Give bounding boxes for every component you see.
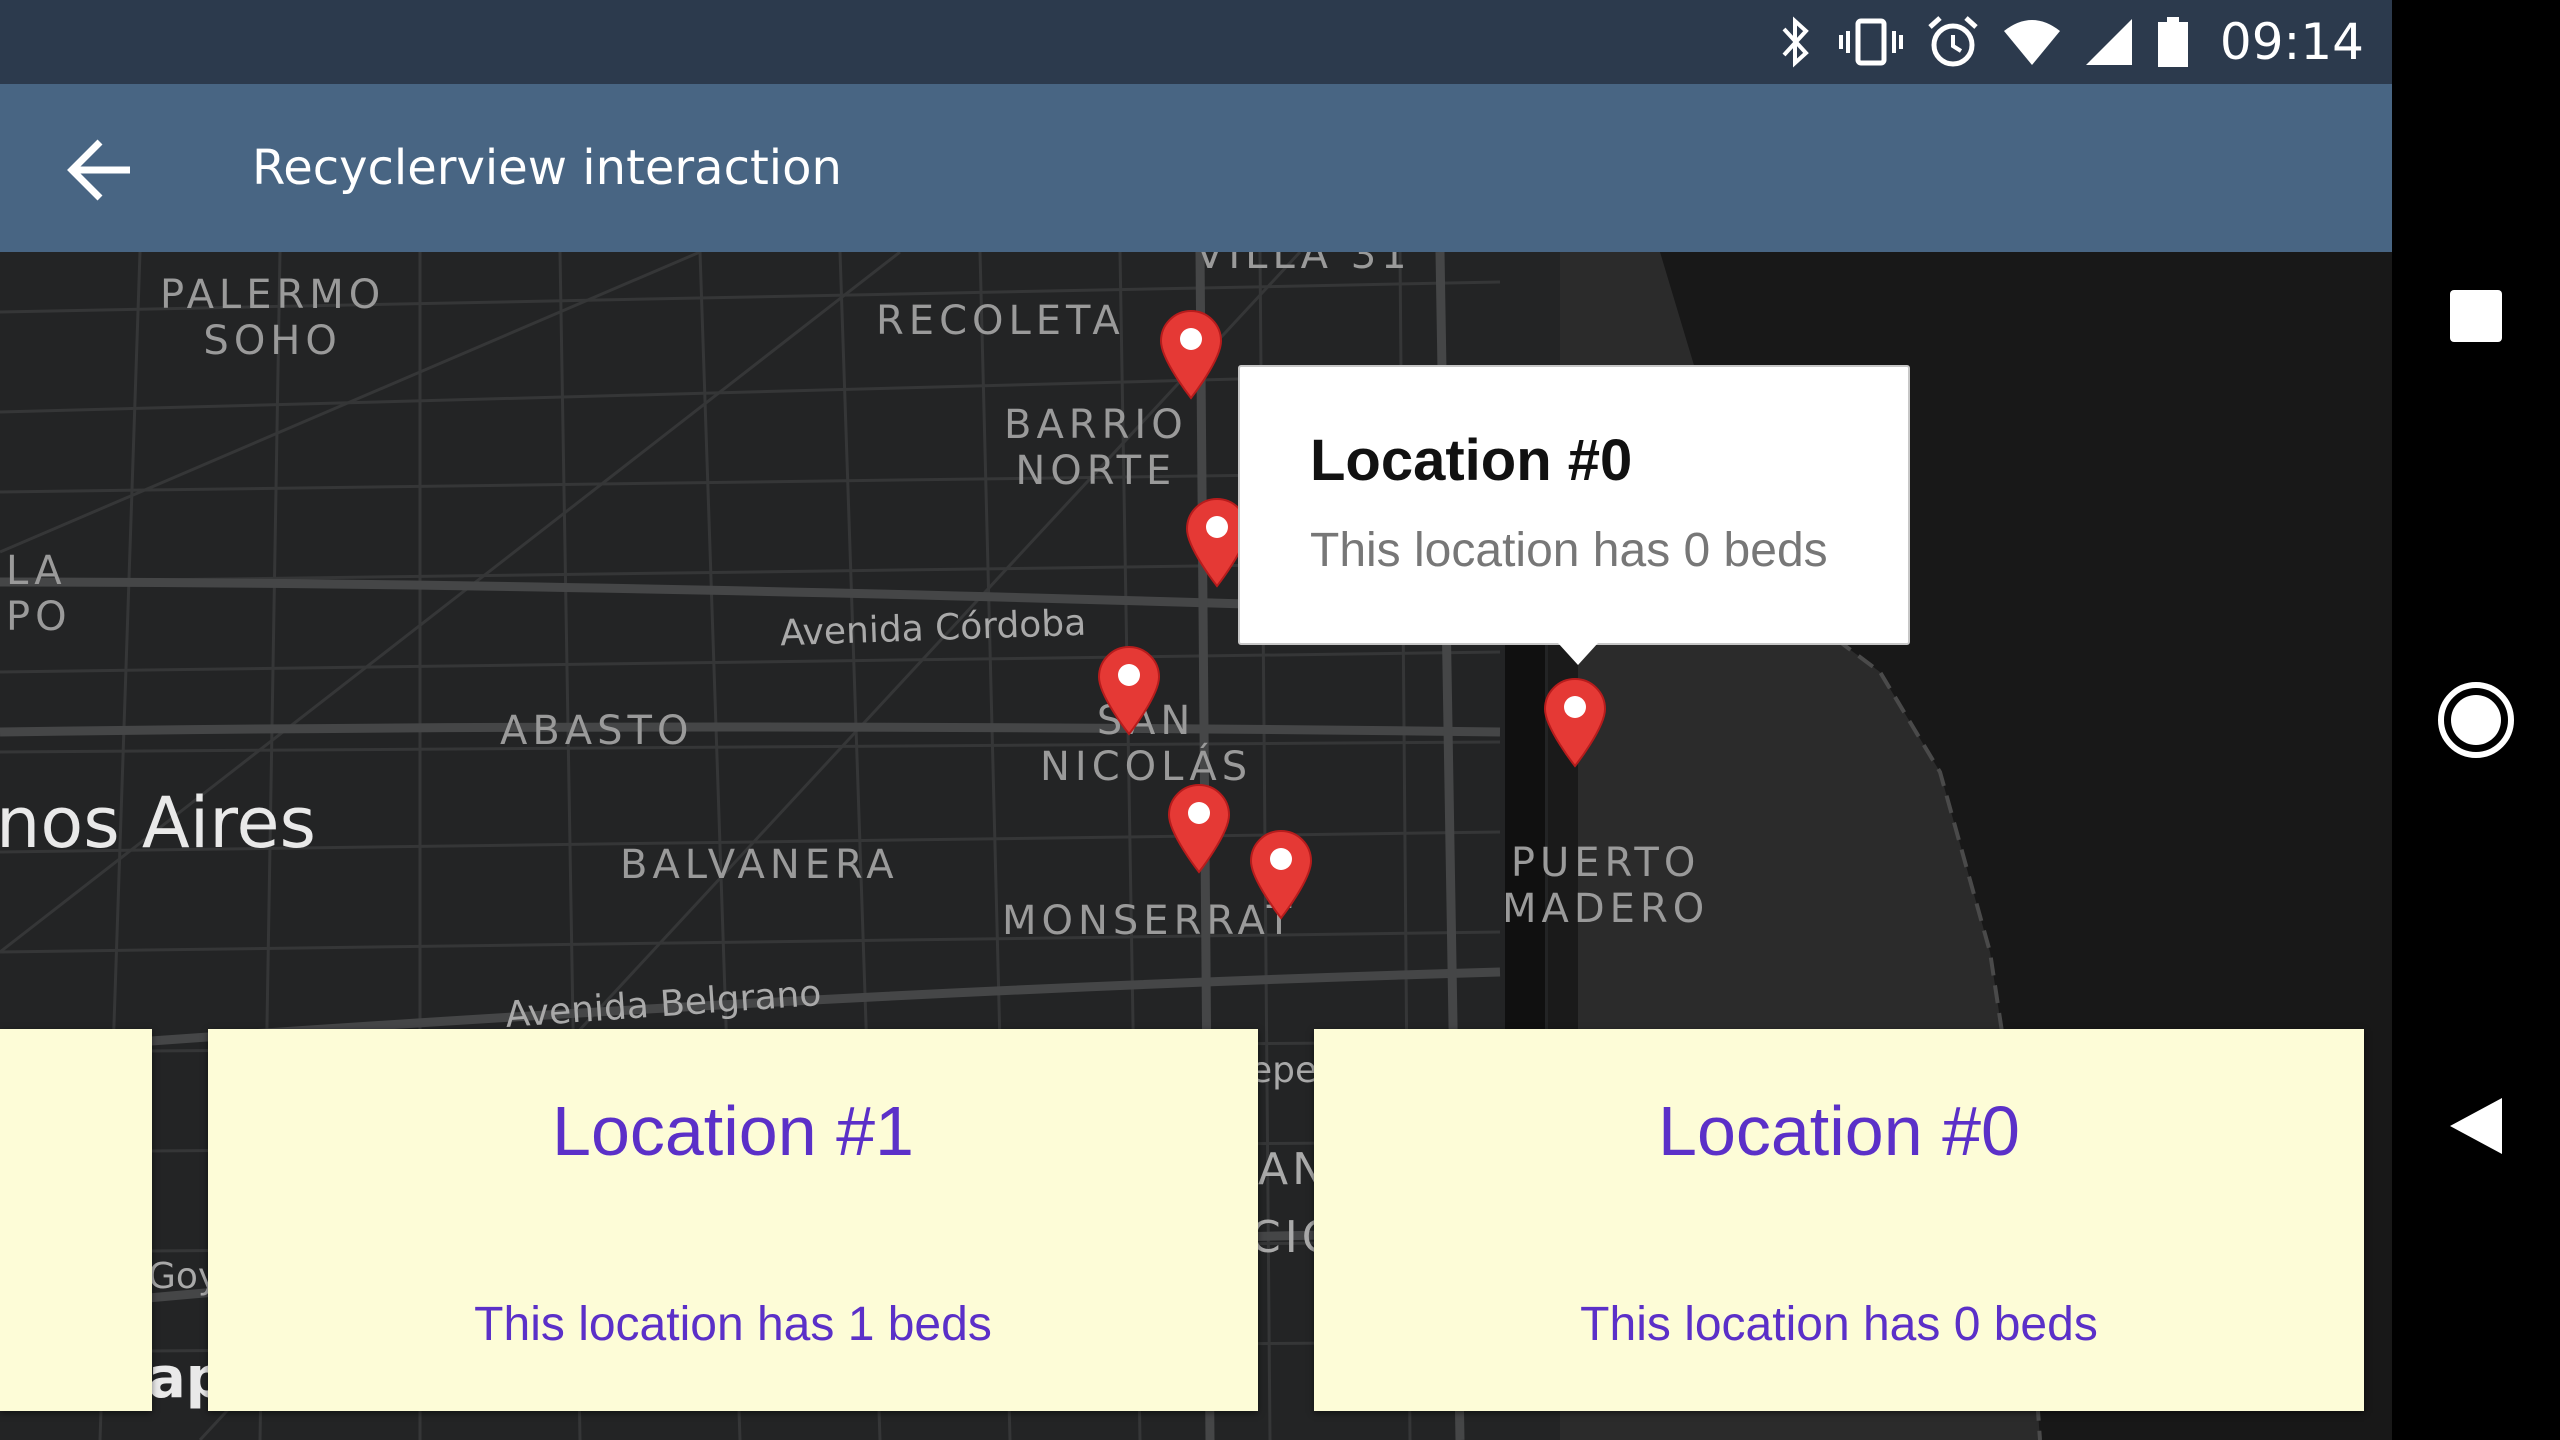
system-nav-bar — [2392, 0, 2560, 1440]
nav-back-button[interactable] — [2392, 1042, 2560, 1210]
map-label-barrio-norte: BARRIO NORTE — [1004, 402, 1188, 494]
cell-signal-icon — [2085, 19, 2132, 65]
map-fragment-epe: epe — [1250, 1050, 1318, 1091]
map-pin-icon[interactable] — [1166, 782, 1232, 874]
map-city-label: nos Aires — [0, 782, 317, 864]
map-label-villa-31: VILLA 31 — [1196, 252, 1412, 278]
vibrate-icon — [1838, 18, 1903, 66]
home-button[interactable] — [2392, 636, 2560, 804]
map-pin-icon[interactable] — [1248, 828, 1314, 920]
map-label-la-po: LA PO — [6, 548, 72, 640]
recents-square-icon — [2450, 290, 2502, 342]
recents-button[interactable] — [2392, 232, 2560, 400]
battery-icon — [2157, 17, 2188, 67]
back-triangle-icon — [2450, 1098, 2502, 1154]
back-button[interactable] — [60, 130, 140, 210]
location-card-text: This location has 0 beds — [1580, 1298, 2098, 1351]
status-bar: 09:14 — [0, 0, 2392, 84]
wifi-icon — [2003, 20, 2060, 65]
location-card-text: This location has 1 beds — [474, 1298, 992, 1351]
bluetooth-icon — [1782, 16, 1809, 68]
map-pin-icon[interactable] — [1542, 676, 1608, 768]
info-window-title: Location #0 — [1310, 428, 1633, 493]
app-bar: Recyclerview interaction — [0, 84, 2392, 252]
location-card-title: Location #1 — [552, 1092, 914, 1170]
map-label-recoleta: RECOLETA — [876, 298, 1125, 344]
location-card-partial[interactable] — [0, 1029, 152, 1411]
location-card[interactable]: Location #1 This location has 1 beds — [208, 1029, 1258, 1411]
alarm-icon — [1928, 16, 1978, 67]
map-pin-icon[interactable] — [1096, 644, 1162, 736]
location-card[interactable]: Location #0 This location has 0 beds — [1314, 1029, 2364, 1411]
map-label-palermo-soho: PALERMO SOHO — [160, 272, 386, 364]
clock: 09:14 — [2219, 13, 2364, 71]
map-label-puerto-madero: PUERTO MADERO — [1502, 840, 1710, 932]
arrow-left-icon — [67, 139, 130, 201]
status-icons: 09:14 — [1776, 0, 2364, 84]
marker-info-window[interactable]: Location #0 This location has 0 beds — [1238, 365, 1910, 665]
home-circle-icon — [2438, 682, 2514, 758]
location-card-title: Location #0 — [1658, 1092, 2020, 1170]
page-title: Recyclerview interaction — [252, 140, 842, 196]
map-label-balvanera: BALVANERA — [620, 842, 899, 888]
info-window-text: This location has 0 beds — [1310, 524, 1828, 577]
map-pin-icon[interactable] — [1158, 308, 1224, 400]
map-label-abasto: ABASTO — [500, 708, 694, 754]
